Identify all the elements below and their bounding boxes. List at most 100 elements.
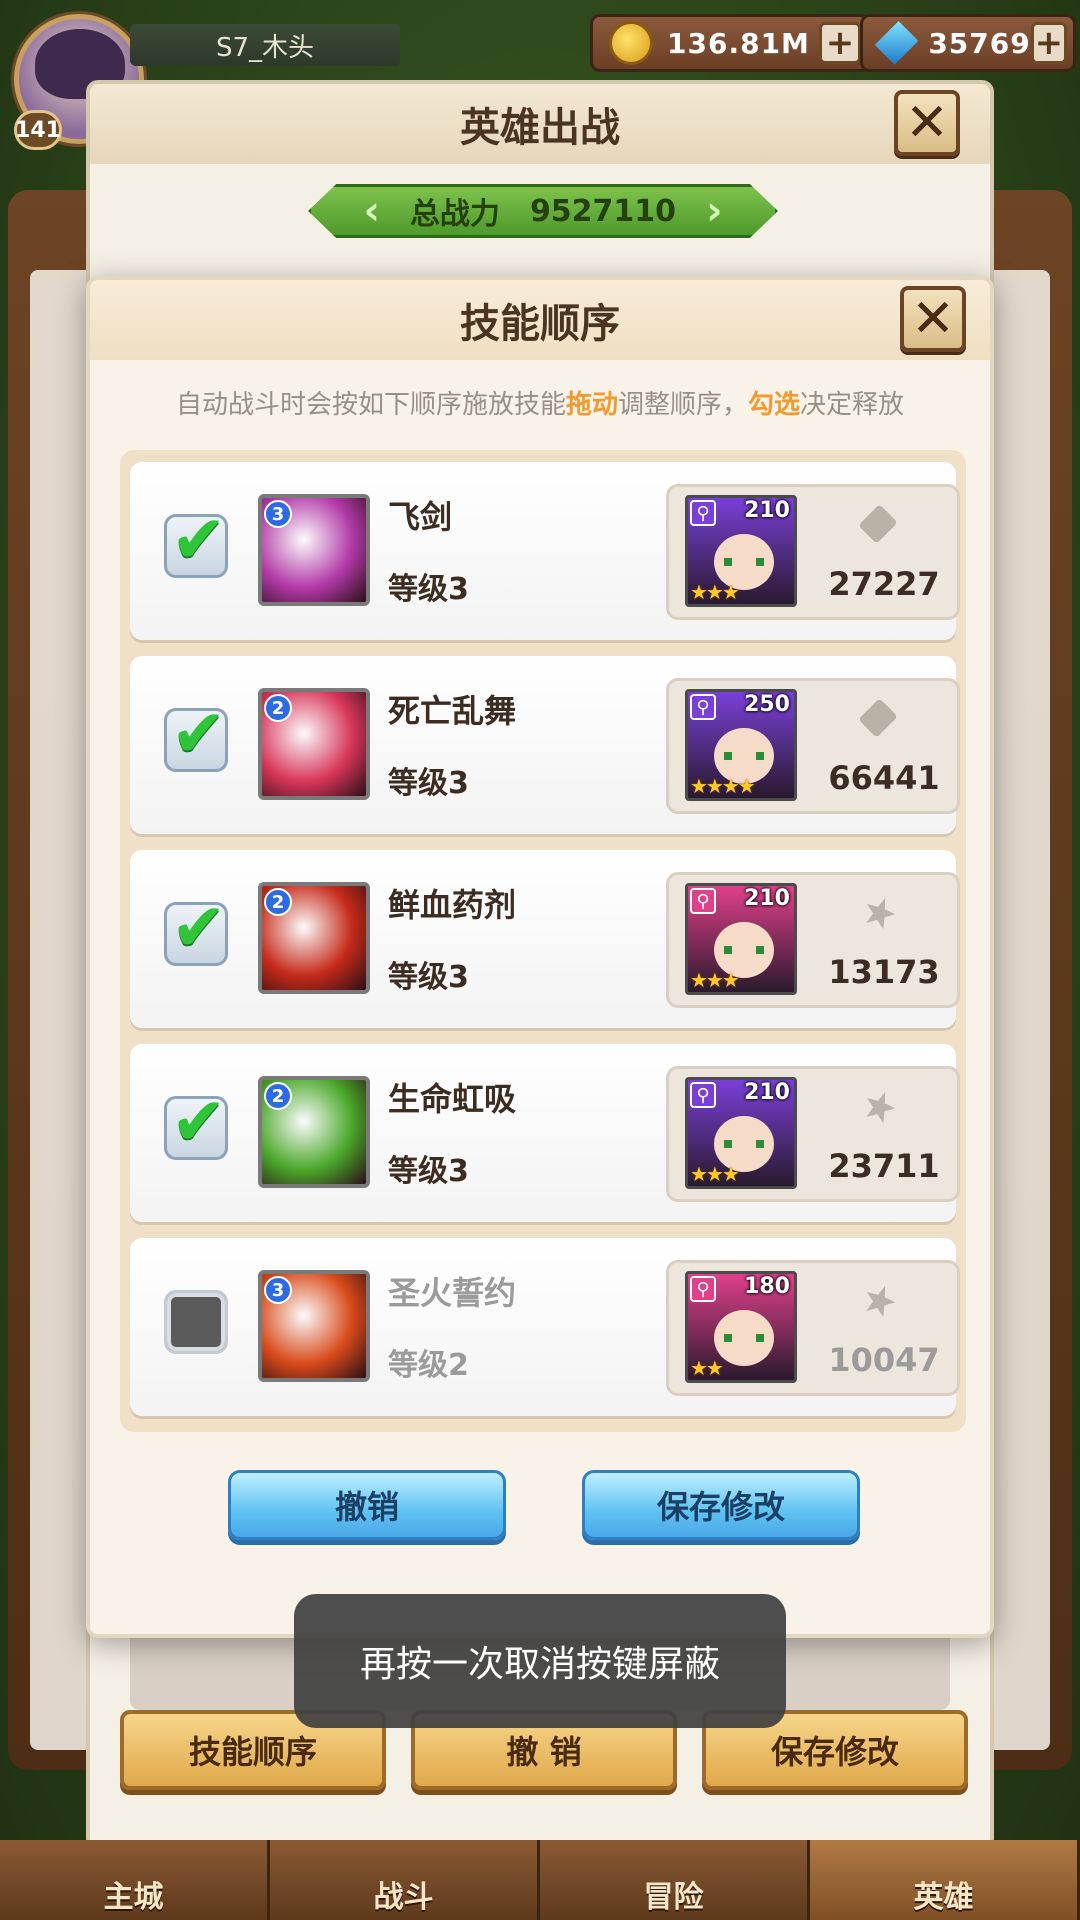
weapon-type-icon bbox=[858, 504, 898, 544]
add-gem-button[interactable]: + bbox=[1030, 22, 1067, 64]
hero-info-box: ⚲ 180 ★★ 10047 bbox=[666, 1260, 960, 1396]
skill-name: 死亡乱舞 bbox=[388, 692, 517, 730]
hero-portrait: ⚲ 210 ★★★ bbox=[685, 495, 797, 607]
hero-portrait: ⚲ 210 ★★★ bbox=[685, 883, 797, 995]
gold-coin-icon bbox=[609, 21, 653, 65]
hero-eyes bbox=[724, 946, 764, 954]
deploy-close-button[interactable]: ✕ bbox=[894, 90, 960, 156]
skill-level: 等级3 bbox=[388, 766, 469, 801]
total-power-label: 总战力 bbox=[409, 197, 500, 232]
gem-icon bbox=[874, 21, 919, 65]
skill-level: 等级3 bbox=[388, 1154, 469, 1189]
skill-name: 圣火誓约 bbox=[388, 1274, 517, 1312]
skill-badge: 2 bbox=[264, 1082, 292, 1110]
hero-class-icon: ⚲ bbox=[690, 500, 716, 526]
skill-badge: 3 bbox=[264, 1276, 292, 1304]
nav-adventure[interactable]: 冒险 bbox=[540, 1840, 810, 1920]
player-name: S7_木头 bbox=[130, 24, 400, 66]
nav-battle[interactable]: 战斗 bbox=[270, 1840, 540, 1920]
hero-info-box: ⚲ 210 ★★★ 23711 bbox=[666, 1066, 960, 1202]
hero-power: 23711 bbox=[828, 1147, 940, 1185]
hero-level: 180 bbox=[744, 1274, 790, 1299]
skill-icon: 2 bbox=[258, 688, 370, 800]
skill-name: 鲜血药剂 bbox=[388, 886, 517, 924]
hero-level: 210 bbox=[744, 1080, 790, 1105]
hero-class-icon: ⚲ bbox=[690, 694, 716, 720]
hint-text-prefix: 自动战斗时会按如下顺序施放技能 bbox=[175, 390, 566, 420]
modal-title: 技能顺序 bbox=[460, 301, 620, 347]
gem-counter: 35769 + bbox=[860, 14, 1076, 72]
save-changes-button[interactable]: 保存修改 bbox=[582, 1470, 860, 1540]
skill-row[interactable]: ✔ 3 飞剑等级3 ⚲ 210 ★★★ 27227 bbox=[130, 462, 960, 640]
hero-portrait: ⚲ 180 ★★ bbox=[685, 1271, 797, 1383]
hint-check-keyword: 勾选 bbox=[748, 390, 801, 420]
add-gold-button[interactable]: + bbox=[819, 22, 861, 64]
skill-checkbox[interactable] bbox=[164, 1290, 228, 1354]
skill-name: 生命虹吸 bbox=[388, 1080, 517, 1118]
checkmark-icon: ✔ bbox=[171, 889, 227, 966]
gold-counter: 136.81M + bbox=[590, 14, 870, 72]
player-level-badge: 141 bbox=[14, 110, 62, 150]
modal-close-button[interactable]: ✕ bbox=[900, 286, 966, 352]
hero-stars: ★★★ bbox=[690, 580, 740, 604]
hint-text-mid: 调整顺序， bbox=[617, 390, 748, 420]
skill-checkbox[interactable]: ✔ bbox=[164, 1089, 228, 1160]
bottom-nav: 主城 战斗 冒险 英雄 bbox=[0, 1840, 1080, 1920]
hero-eyes bbox=[724, 1334, 764, 1342]
modal-header: 技能顺序 bbox=[90, 280, 990, 360]
hero-info-box: ⚲ 210 ★★★ 13173 bbox=[666, 872, 960, 1008]
total-power-banner: ‹ 总战力 9527110 › bbox=[308, 184, 778, 238]
checkmark-icon: ✔ bbox=[171, 501, 227, 578]
hint-text-suffix: 决定释放 bbox=[800, 390, 905, 420]
skill-order-modal: 技能顺序 ✕ 自动战斗时会按如下顺序施放技能拖动调整顺序，勾选决定释放 ✔ 3 飞剑… bbox=[86, 276, 994, 1638]
hero-level: 210 bbox=[744, 886, 790, 911]
gold-value: 136.81M bbox=[667, 26, 810, 60]
hero-power: 10047 bbox=[828, 1341, 940, 1379]
hero-stars: ★★★ bbox=[690, 968, 740, 992]
hint-drag-keyword: 拖动 bbox=[565, 390, 618, 420]
hero-class-icon: ⚲ bbox=[690, 888, 716, 914]
skill-list: ✔ 3 飞剑 等级3 ⚲ 210 ★★★ 27227 ✔ 2 死亡乱舞 等级3 ⚲ 250 ★★★★ 6644… bbox=[120, 450, 966, 1432]
hero-stars: ★★★ bbox=[690, 1162, 740, 1186]
deploy-header: 英雄出战 bbox=[90, 84, 990, 164]
skill-icon: 2 bbox=[258, 1076, 370, 1188]
hero-power: 27227 bbox=[828, 565, 940, 603]
hero-eyes bbox=[724, 752, 764, 760]
hero-level: 250 bbox=[744, 692, 790, 717]
skill-row[interactable]: ✔ 2 生命虹吸 等级3 ⚲ 210 ★★★ 23711 bbox=[130, 1044, 960, 1222]
hero-eyes bbox=[724, 1140, 764, 1148]
skill-icon: 3 bbox=[258, 494, 370, 606]
weapon-type-icon bbox=[861, 1087, 899, 1125]
hero-power: 13173 bbox=[828, 953, 940, 991]
hero-info-box: ⚲ 210 ★★★ 27227 bbox=[666, 484, 960, 620]
hero-portrait: ⚲ 210 ★★★ bbox=[685, 1077, 797, 1189]
checkmark-icon: ✔ bbox=[171, 1083, 227, 1160]
deploy-title: 英雄出战 bbox=[460, 105, 620, 151]
skill-badge: 2 bbox=[264, 694, 292, 722]
skill-row[interactable]: 3 圣火誓约 等级2 ⚲ 180 ★★ 10047 bbox=[130, 1238, 960, 1416]
skill-order-hint: 自动战斗时会按如下顺序施放技能拖动调整顺序，勾选决定释放 bbox=[90, 384, 990, 421]
nav-main-city[interactable]: 主城 bbox=[0, 1840, 270, 1920]
nav-heroes[interactable]: 英雄 bbox=[810, 1840, 1080, 1920]
skill-badge: 3 bbox=[264, 500, 292, 528]
skill-icon: 3 bbox=[258, 1270, 370, 1382]
checkmark-icon: ✔ bbox=[171, 695, 227, 772]
hero-power: 66441 bbox=[828, 759, 940, 797]
toast-message: 再按一次取消按键屏蔽 bbox=[294, 1594, 786, 1728]
hero-info-box: ⚲ 250 ★★★★ 66441 bbox=[666, 678, 960, 814]
hero-stars: ★★★★ bbox=[690, 774, 756, 798]
chevron-right-icon[interactable]: › bbox=[706, 188, 722, 234]
hero-eyes bbox=[724, 558, 764, 566]
chevron-left-icon[interactable]: ‹ bbox=[363, 188, 379, 234]
skill-checkbox[interactable]: ✔ bbox=[164, 507, 228, 578]
skill-level: 等级3 bbox=[388, 572, 469, 607]
skill-checkbox[interactable]: ✔ bbox=[164, 895, 228, 966]
cancel-button[interactable]: 撤销 bbox=[228, 1470, 506, 1540]
skill-row[interactable]: ✔ 2 死亡乱舞等级3 ⚲ 250 ★★★★ 66441 bbox=[130, 656, 960, 834]
skill-row[interactable]: ✔ 2 鲜血药剂 等级3 ⚲ 210 ★★★ 13173 bbox=[130, 850, 960, 1028]
skill-checkbox[interactable]: ✔ bbox=[164, 701, 228, 772]
skill-badge: 2 bbox=[264, 888, 292, 916]
skill-name: 飞剑 bbox=[388, 498, 453, 536]
weapon-type-icon bbox=[861, 1281, 899, 1319]
skill-icon: 2 bbox=[258, 882, 370, 994]
